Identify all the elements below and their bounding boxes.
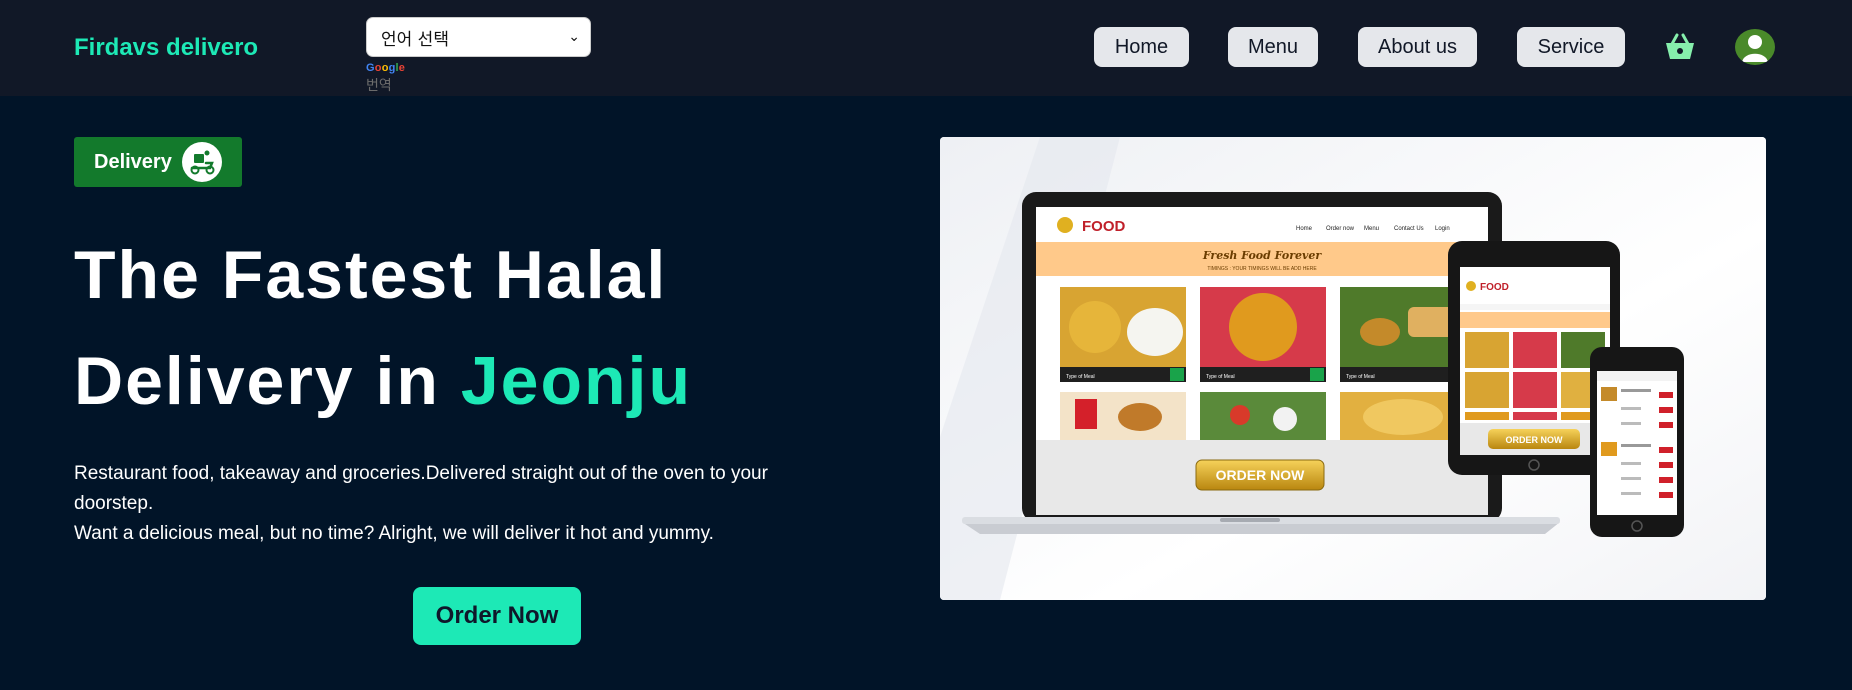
mockup-banner-title: Fresh Food Forever (1202, 249, 1323, 262)
user-avatar-icon[interactable] (1735, 29, 1775, 65)
hero-headline: The Fastest Halal Delivery in Jeonju (74, 222, 692, 434)
svg-text:Type of Meal: Type of Meal (1346, 374, 1375, 380)
nav-menu-button[interactable]: Menu (1228, 27, 1318, 67)
svg-text:Order now: Order now (1326, 226, 1355, 232)
svg-text:Type of Meal: Type of Meal (1066, 374, 1095, 380)
hero-headline-line2: Delivery in Jeonju (74, 343, 692, 419)
translate-label: 번역 (366, 78, 392, 94)
hero-description-line2: Want a delicious meal, but no time? Alri… (74, 523, 714, 544)
svg-text:Login: Login (1435, 226, 1450, 232)
nav-about-button[interactable]: About us (1358, 27, 1477, 67)
basket-icon[interactable] (1663, 30, 1697, 64)
google-logo[interactable]: Google (366, 62, 591, 74)
delivery-scooter-icon (182, 142, 222, 182)
delivery-badge: Delivery (74, 137, 242, 187)
hero-description-line1: Restaurant food, takeaway and groceries.… (74, 463, 768, 514)
chevron-down-icon: ⌄ (568, 29, 580, 45)
hero-description: Restaurant food, takeaway and groceries.… (74, 459, 774, 549)
nav-home-button[interactable]: Home (1094, 27, 1189, 67)
hero-headline-line1: The Fastest Halal (74, 237, 668, 313)
svg-text:Contact Us: Contact Us (1394, 226, 1424, 232)
brand-logo[interactable]: Firdavs delivero (74, 34, 258, 62)
delivery-badge-label: Delivery (94, 150, 172, 173)
svg-text:Type of Meal: Type of Meal (1206, 374, 1235, 380)
nav-service-button[interactable]: Service (1517, 27, 1625, 67)
svg-text:Home: Home (1296, 226, 1313, 232)
hero-headline-accent: Jeonju (460, 343, 692, 419)
svg-text:FOOD: FOOD (1480, 282, 1509, 293)
svg-text:Menu: Menu (1364, 226, 1379, 232)
svg-text:ORDER NOW: ORDER NOW (1506, 435, 1564, 445)
order-now-button[interactable]: Order Now (413, 587, 581, 645)
hero-device-mockup-image: FOOD Home Order now Menu Contact Us Logi… (940, 137, 1766, 600)
navbar: Firdavs delivero 언어 선택 ⌄ Google 번역 Home … (0, 0, 1852, 96)
language-selector-widget: 언어 선택 ⌄ Google 번역 (366, 17, 591, 95)
mockup-order-button: ORDER NOW (1216, 467, 1305, 483)
mockup-logo: FOOD (1082, 218, 1125, 235)
mockup-banner-sub: TIMINGS : YOUR TIMINGS WILL BE ADD HERE (1207, 266, 1317, 272)
language-select-value: 언어 선택 (381, 29, 449, 50)
language-select[interactable]: 언어 선택 ⌄ (366, 17, 591, 57)
